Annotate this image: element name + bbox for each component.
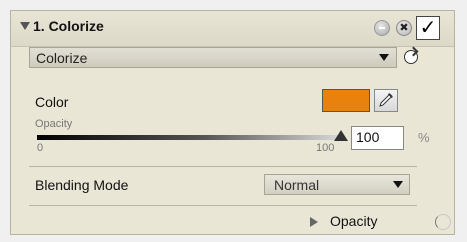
opacity-max-label: 100 [316, 142, 335, 154]
eyedropper-button[interactable] [374, 89, 398, 112]
close-glyph: ✖ [399, 22, 409, 34]
opacity-slider-thumb[interactable] [334, 130, 348, 141]
opacity-radio-icon[interactable] [435, 214, 451, 230]
collapse-triangle-icon[interactable] [20, 22, 30, 30]
blending-mode-label: Blending Mode [35, 177, 129, 193]
color-label: Color [35, 94, 69, 110]
circle-minus-icon[interactable] [374, 20, 390, 36]
opacity-min-label: 0 [37, 142, 44, 154]
percent-unit: % [418, 130, 430, 145]
footer-opacity-label[interactable]: Opacity [330, 213, 377, 229]
checkmark-icon: ✓ [419, 17, 437, 39]
blending-mode-value: Normal [274, 177, 320, 193]
divider [29, 205, 417, 206]
colorize-panel: 1. Colorize ✖ ✓ [10, 10, 455, 235]
method-select[interactable]: Colorize [29, 47, 397, 68]
close-icon[interactable]: ✖ [396, 20, 412, 36]
color-swatch[interactable] [322, 89, 370, 112]
opacity-value-input[interactable]: 100 [351, 126, 404, 150]
enable-checkbox[interactable]: ✓ [416, 16, 440, 40]
opacity-slider-label: Opacity [35, 118, 73, 130]
panel-title: 1. Colorize [33, 18, 104, 34]
method-select-value: Colorize [36, 50, 88, 66]
opacity-slider-track[interactable] [37, 135, 341, 140]
blending-mode-select[interactable]: Normal [264, 174, 410, 195]
refresh-icon[interactable] [404, 50, 418, 64]
expand-triangle-icon[interactable] [310, 217, 318, 227]
chevron-down-icon [379, 54, 389, 61]
eyedropper-icon [379, 93, 393, 107]
chevron-down-icon [393, 181, 403, 188]
divider [29, 166, 417, 167]
panel-header: 1. Colorize ✖ ✓ [11, 11, 454, 47]
